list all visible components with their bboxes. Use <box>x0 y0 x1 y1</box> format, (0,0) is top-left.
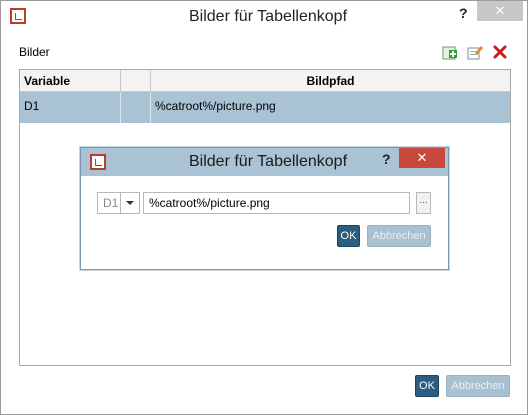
header-variable[interactable]: Variable <box>20 70 121 92</box>
cell-extra <box>121 92 151 123</box>
dialog-titlebar: Bilder für Tabellenkopf ? ✕ <box>81 148 448 176</box>
table-row[interactable]: D1 %catroot%/picture.png <box>20 92 510 123</box>
dialog-help-button[interactable]: ? <box>382 151 391 167</box>
window-titlebar: Bilder für Tabellenkopf ? ✕ <box>1 1 527 31</box>
header-blank[interactable] <box>121 70 151 92</box>
dialog-close-button[interactable]: ✕ <box>399 148 445 168</box>
cell-variable: D1 <box>20 92 121 123</box>
main-window: Bilder für Tabellenkopf ? ✕ Bilder Varia… <box>0 0 528 415</box>
images-label: Bilder <box>19 45 50 59</box>
dialog-title: Bilder für Tabellenkopf <box>189 153 348 170</box>
ok-button[interactable]: OK <box>415 375 439 397</box>
close-button[interactable]: ✕ <box>477 1 523 21</box>
cell-path: %catroot%/picture.png <box>155 99 276 113</box>
dialog-cancel-button[interactable]: Abbrechen <box>367 225 431 247</box>
window-title: Bilder für Tabellenkopf <box>189 8 348 25</box>
header-path[interactable]: Bildpfad <box>151 70 510 92</box>
cancel-button[interactable]: Abbrechen <box>446 375 510 397</box>
edit-icon[interactable] <box>467 44 483 60</box>
add-icon[interactable] <box>442 44 458 60</box>
dialog-ok-button[interactable]: OK <box>337 225 360 247</box>
delete-icon[interactable] <box>492 44 508 60</box>
dialog-app-icon <box>90 154 106 170</box>
chevron-down-icon[interactable] <box>120 193 139 213</box>
path-input[interactable]: %catroot%/picture.png <box>143 192 410 214</box>
child-dialog: Bilder für Tabellenkopf ? ✕ D1 %catroot%… <box>80 147 449 270</box>
variable-value: D1 <box>103 196 119 210</box>
help-button[interactable]: ? <box>459 5 468 21</box>
browse-button[interactable]: ... <box>416 192 431 214</box>
table-header: Variable Bildpfad <box>20 70 510 92</box>
app-icon <box>10 8 26 24</box>
variable-combobox[interactable]: D1 <box>97 192 140 214</box>
